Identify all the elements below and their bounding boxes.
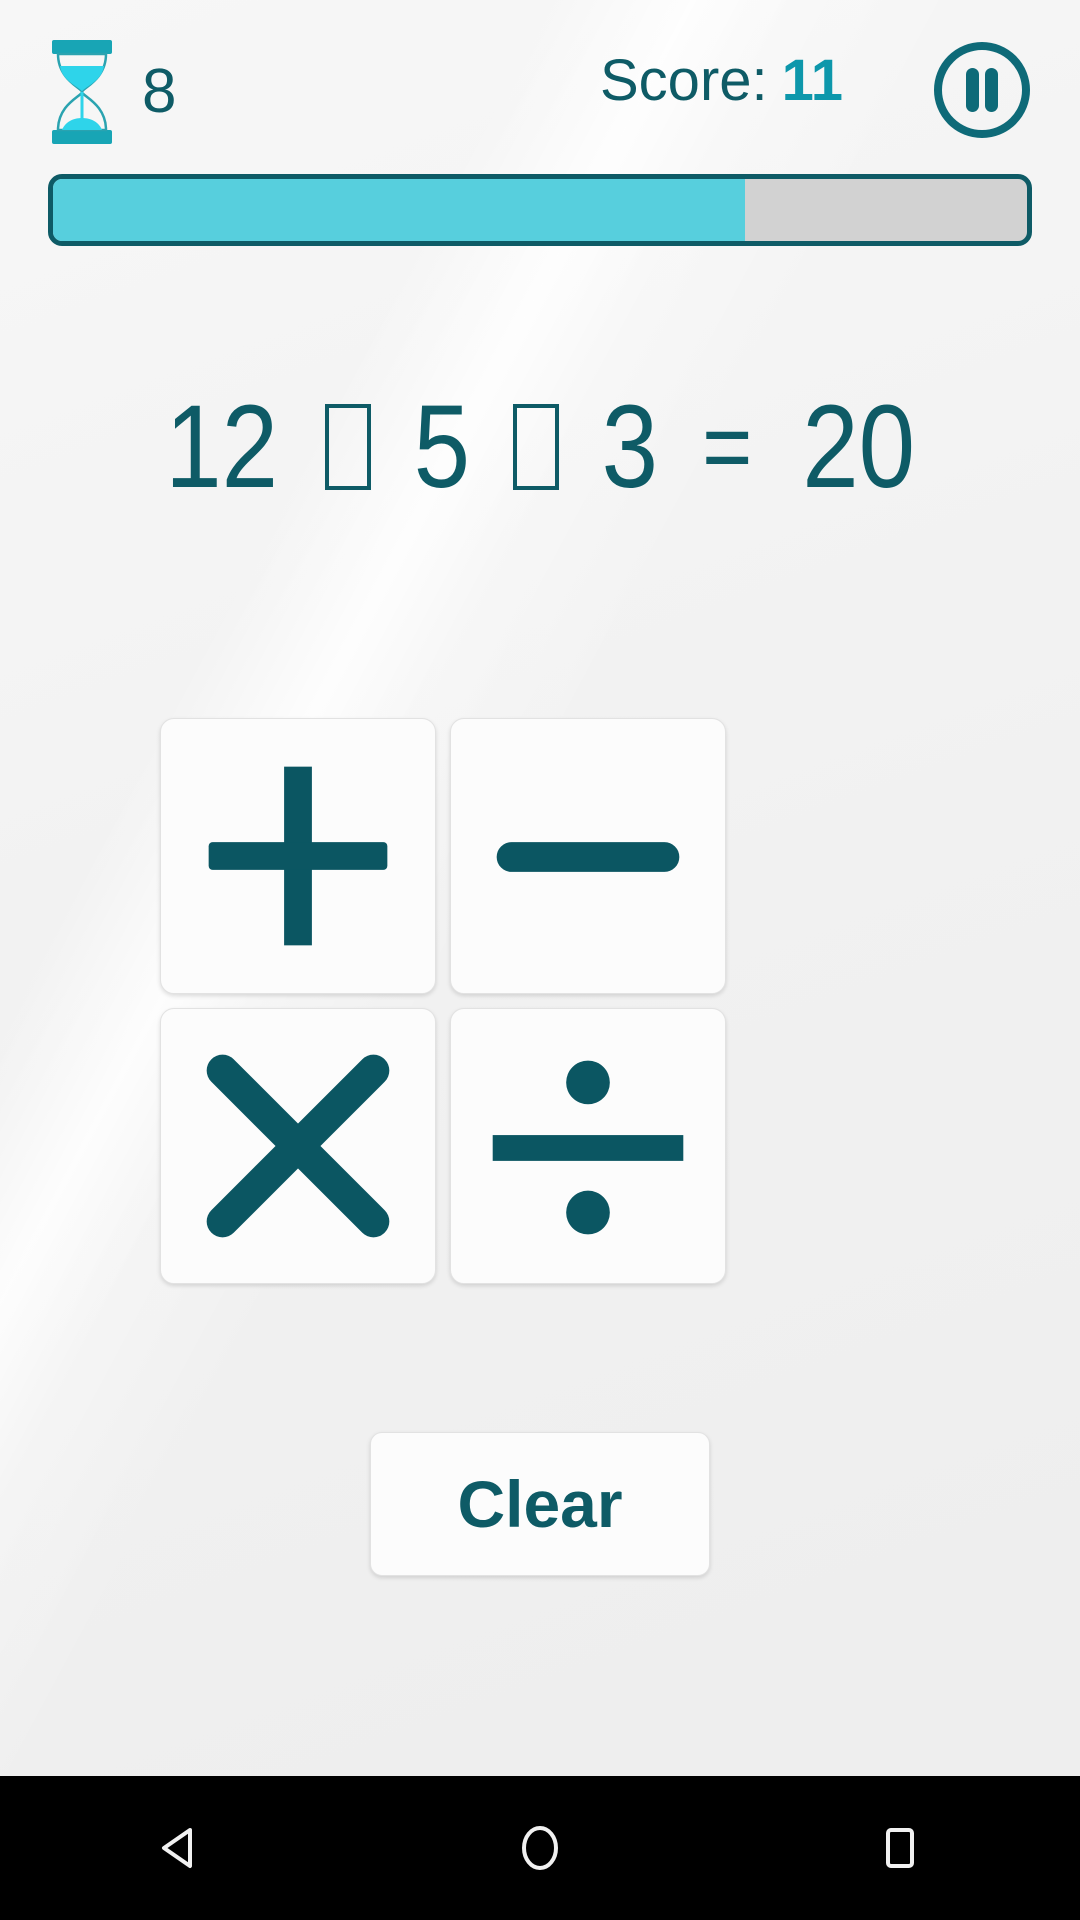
equation-slot-2[interactable] — [512, 404, 559, 490]
pause-icon — [930, 38, 1034, 142]
operator-button-multiply[interactable] — [160, 1008, 436, 1284]
back-triangle-icon — [152, 1820, 208, 1876]
score-value: 11 — [781, 48, 843, 113]
status-header: 8 Score: 11 — [0, 0, 1080, 170]
timer-group: 8 — [44, 38, 176, 146]
operator-button-subtract[interactable] — [450, 718, 726, 994]
android-navigation-bar — [0, 1776, 1080, 1920]
recents-square-icon — [872, 1820, 928, 1876]
equation-operand-1: 12 — [165, 381, 278, 513]
score-group: Score: 11 — [600, 52, 843, 110]
timer-value: 8 — [142, 57, 177, 126]
equation-operand-2: 5 — [413, 381, 471, 513]
clear-button[interactable]: Clear — [370, 1432, 710, 1576]
equation-slot-1[interactable] — [325, 404, 372, 490]
plus-icon — [161, 719, 435, 993]
home-circle-icon — [512, 1820, 568, 1876]
operator-button-grid — [160, 718, 928, 1430]
operator-button-divide[interactable] — [450, 1008, 726, 1284]
nav-home-button[interactable] — [480, 1776, 600, 1920]
divide-icon — [451, 1009, 725, 1283]
equation-display: 12 5 3 = 20 — [0, 372, 1080, 522]
equation-operand-3: 3 — [601, 381, 658, 513]
equation-equals-sign: = — [702, 391, 753, 503]
time-progress-bar — [48, 174, 1032, 246]
multiply-icon — [161, 1009, 435, 1283]
minus-icon — [451, 719, 725, 993]
equation-result: 20 — [802, 381, 915, 513]
operator-button-add[interactable] — [160, 718, 436, 994]
nav-recents-button[interactable] — [840, 1776, 960, 1920]
time-progress-fill — [53, 179, 745, 241]
hourglass-icon — [44, 38, 120, 146]
game-screen: 8 Score: 11 12 5 3 = 20 Clear — [0, 0, 1080, 1920]
score-label: Score: — [600, 48, 768, 113]
nav-back-button[interactable] — [120, 1776, 240, 1920]
clear-button-label: Clear — [457, 1467, 623, 1541]
pause-button[interactable] — [930, 38, 1034, 142]
